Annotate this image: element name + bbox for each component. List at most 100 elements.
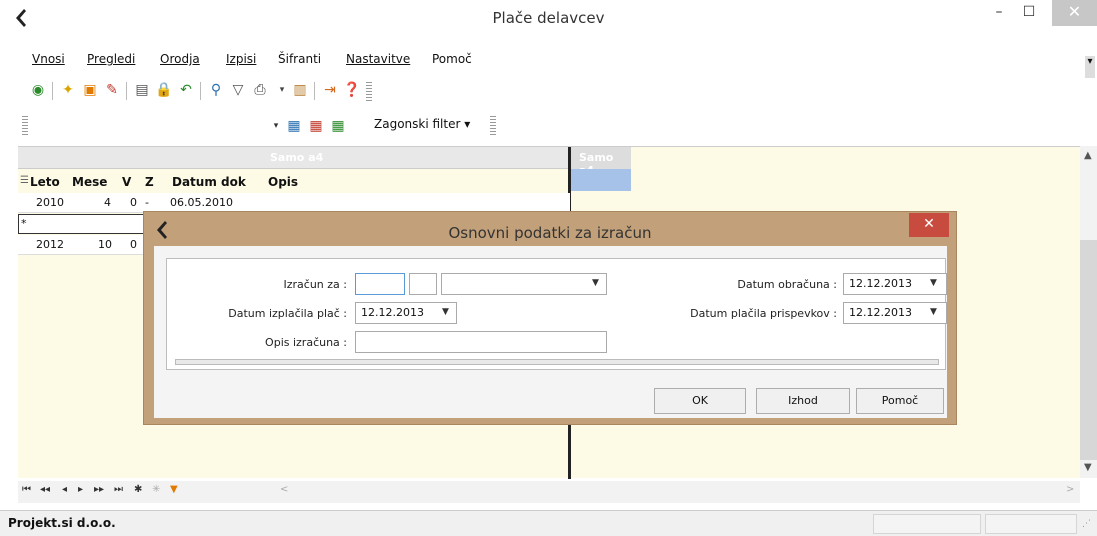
opis-input[interactable] — [355, 331, 607, 353]
izplacila-date-value: 12.12.2013 — [361, 306, 424, 319]
pomoc-button[interactable]: Pomoč — [856, 388, 944, 414]
dropdown-icon[interactable]: ▾ — [266, 116, 286, 136]
prev-record-icon[interactable]: ◂ — [62, 484, 67, 495]
cell-mesec: 4 — [104, 196, 111, 209]
refresh-icon[interactable]: ◉ — [28, 80, 48, 100]
undo-icon[interactable]: ↶ — [176, 80, 196, 100]
add-filter-icon[interactable]: ▦ — [328, 116, 348, 136]
table-row[interactable]: 2010 4 0 - 06.05.2010 — [18, 193, 570, 213]
toolbar-grip[interactable] — [490, 116, 496, 136]
new-row-marker: * — [21, 217, 27, 230]
status-pane — [873, 514, 981, 534]
search-icon[interactable]: ⚲ — [206, 80, 226, 100]
title-bar: Plače delavcev – ☐ ✕ — [0, 0, 1097, 36]
save-filter-icon[interactable]: ▦ — [284, 116, 304, 136]
minimize-button[interactable]: – — [984, 0, 1014, 26]
prev-page-icon[interactable]: ◂◂ — [40, 484, 50, 495]
status-bar: Projekt.si d.o.o. ⋰ — [0, 510, 1097, 536]
column-chooser-icon[interactable]: ☰ — [20, 175, 29, 186]
print-dropdown-icon[interactable]: ▾ — [272, 80, 292, 100]
calculation-dialog: Osnovni podatki za izračun ✕ Izračun za … — [143, 211, 957, 425]
panel-divider — [175, 359, 939, 365]
resize-grip-icon[interactable]: ⋰ — [1082, 519, 1091, 529]
obracuna-date-input[interactable]: 12.12.2013 ▼ — [843, 273, 947, 295]
company-name: Projekt.si d.o.o. — [8, 516, 116, 530]
exit-icon[interactable]: ⇥ — [320, 80, 340, 100]
izplacila-date-input[interactable]: 12.12.2013 ▼ — [355, 302, 457, 324]
dialog-form-panel: Izračun za : ▼ Datum izplačila plač : 12… — [166, 258, 947, 370]
menu-vnosi[interactable]: Vnosi — [32, 52, 65, 66]
book-icon[interactable]: ▥ — [290, 80, 310, 100]
dialog-close-button[interactable]: ✕ — [909, 213, 949, 237]
lock-icon[interactable]: 🔒 — [154, 80, 174, 100]
menu-overflow-icon[interactable]: ▾ — [1085, 56, 1095, 78]
edit-icon[interactable]: ✎ — [102, 80, 122, 100]
close-button[interactable]: ✕ — [1052, 0, 1097, 26]
column-header-z[interactable]: Z — [145, 175, 154, 189]
cell-v: 0 — [130, 196, 137, 209]
izracun-code-input[interactable] — [355, 273, 405, 295]
column-header-mesec[interactable]: Mese — [72, 175, 107, 189]
startup-filter-button[interactable]: Zagonski filter ▾ — [374, 117, 470, 131]
first-record-icon[interactable]: ⏮ — [22, 484, 31, 495]
scroll-left-icon[interactable]: < — [280, 484, 288, 495]
chevron-down-icon: ▼ — [592, 278, 599, 288]
menu-pregledi[interactable]: Pregledi — [87, 52, 135, 66]
cell-mesec: 10 — [98, 238, 112, 251]
menu-izpisi[interactable]: Izpisi — [226, 52, 256, 66]
column-header-leto[interactable]: Leto — [30, 175, 60, 189]
chevron-down-icon[interactable]: ▼ — [442, 307, 449, 317]
scroll-down-icon[interactable]: ▼ — [1084, 462, 1092, 473]
print-icon[interactable]: ⎙ — [250, 80, 270, 100]
column-header-datum[interactable]: Datum dok — [172, 175, 246, 189]
prispevkov-label: Datum plačila prispevkov : — [690, 307, 837, 320]
izracun-sub-input[interactable] — [409, 273, 437, 295]
izplacila-label: Datum izplačila plač : — [228, 307, 347, 320]
next-page-icon[interactable]: ▸▸ — [94, 484, 104, 495]
grid-selected-cell[interactable] — [571, 169, 631, 191]
menu-pomoc[interactable]: Pomoč — [432, 52, 472, 66]
menu-orodja[interactable]: Orodja — [160, 52, 200, 66]
prispevkov-date-input[interactable]: 12.12.2013 ▼ — [843, 302, 947, 324]
prispevkov-date-value: 12.12.2013 — [849, 306, 912, 319]
chevron-down-icon[interactable]: ▼ — [930, 307, 937, 317]
chevron-down-icon[interactable]: ▼ — [930, 278, 937, 288]
scroll-right-icon[interactable]: > — [1066, 484, 1074, 495]
dialog-body: Izračun za : ▼ Datum izplačila plač : 12… — [154, 246, 947, 418]
calculator-icon[interactable]: ▤ — [132, 80, 152, 100]
cell-v: 0 — [130, 238, 137, 251]
filter-icon[interactable]: ▽ — [228, 80, 248, 100]
help-icon[interactable]: ❓ — [342, 80, 362, 100]
toolbar-grip[interactable] — [22, 116, 28, 136]
toolbar-grip[interactable] — [366, 82, 372, 102]
cell-datum: 06.05.2010 — [170, 196, 233, 209]
grid-group-band: Samo a4 — [18, 147, 570, 169]
izracun-select[interactable]: ▼ — [441, 273, 607, 295]
menu-bar: Vnosi Pregledi Orodja Izpisi Šifranti Na… — [0, 52, 1097, 72]
scrollbar-thumb[interactable] — [1080, 240, 1097, 460]
toolbar-separator — [314, 82, 315, 100]
export-icon[interactable]: ▣ — [80, 80, 100, 100]
column-header-opis[interactable]: Opis — [268, 175, 298, 189]
ok-button[interactable]: OK — [654, 388, 746, 414]
column-header-v[interactable]: V — [122, 175, 131, 189]
filter-dropdown-icon[interactable]: ▼ — [170, 484, 178, 495]
record-navigator: ⏮ ◂◂ ◂ ▸ ▸▸ ⏭ ✱ ✳ ▼ < > — [18, 481, 1080, 503]
obracuna-label: Datum obračuna : — [737, 278, 837, 291]
last-record-icon[interactable]: ⏭ — [114, 484, 123, 495]
delete-filter-icon[interactable]: ▦ — [306, 116, 326, 136]
scroll-up-icon[interactable]: ▲ — [1084, 150, 1092, 161]
opis-label: Opis izračuna : — [265, 336, 347, 349]
maximize-button[interactable]: ☐ — [1014, 0, 1044, 26]
next-record-icon[interactable]: ▸ — [78, 484, 83, 495]
cell-z: - — [145, 196, 149, 209]
menu-sifranti[interactable]: Šifranti — [278, 52, 321, 66]
new-icon[interactable]: ✦ — [58, 80, 78, 100]
dialog-title: Osnovni podatki za izračun — [448, 224, 652, 242]
menu-nastavitve[interactable]: Nastavitve — [346, 52, 410, 66]
cell-leto: 2012 — [36, 238, 64, 251]
izhod-button[interactable]: Izhod — [756, 388, 850, 414]
toolbar-separator — [126, 82, 127, 100]
insert-record-icon[interactable]: ✱ — [134, 484, 142, 495]
delete-record-icon[interactable]: ✳ — [152, 484, 160, 495]
